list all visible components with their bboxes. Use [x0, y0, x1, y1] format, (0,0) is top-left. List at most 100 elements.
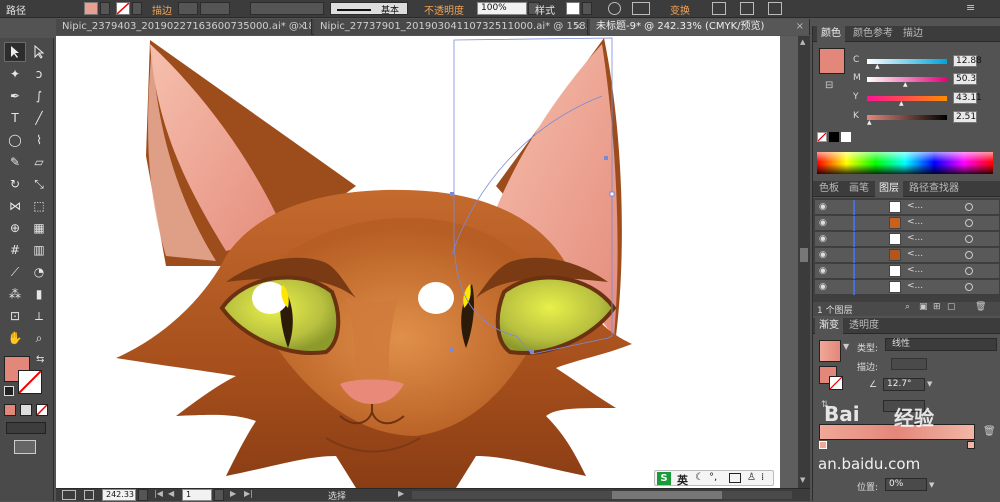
slice-tool-icon[interactable]: ⟂ — [28, 306, 50, 326]
default-colors-icon[interactable] — [4, 386, 14, 396]
magic-wand-tool-icon[interactable]: ✦ — [4, 64, 26, 84]
stroke-swatch[interactable] — [116, 2, 130, 15]
mesh-tool-icon[interactable]: # — [4, 240, 26, 260]
status-arrow-icon[interactable]: ▶ — [398, 489, 404, 498]
transform-icon-1[interactable] — [712, 2, 726, 15]
zoom-tool-icon[interactable]: ⌕ — [28, 328, 50, 348]
close-icon[interactable]: × — [796, 19, 804, 35]
location-field[interactable]: 0% — [885, 478, 927, 491]
tab-color-guide[interactable]: 颜色参考 — [849, 26, 897, 42]
artboard-tool-icon[interactable]: ⊡ — [4, 306, 26, 326]
gradient-type-select[interactable]: 线性 — [885, 338, 997, 351]
gradient-stroke-box[interactable] — [829, 376, 843, 390]
eye-icon[interactable]: ◉ — [819, 266, 827, 276]
eye-icon[interactable]: ◉ — [819, 250, 827, 260]
close-icon[interactable]: × — [574, 19, 582, 35]
screen-mode-icon[interactable] — [14, 440, 36, 454]
tab-swatches[interactable]: 色板 — [815, 181, 843, 197]
location-dropdown-icon[interactable]: ▼ — [929, 481, 934, 489]
new-layer-icon[interactable]: ▢ — [947, 302, 956, 312]
angle-dropdown-icon[interactable]: ▼ — [927, 380, 932, 388]
scroll-thumb[interactable] — [800, 248, 808, 262]
tab-layers[interactable]: 图层 — [875, 181, 903, 197]
slider-thumb-icon[interactable]: ▲ — [875, 63, 880, 70]
first-artboard-icon[interactable]: |◀ — [154, 489, 163, 498]
artboard-number-field[interactable]: 1 — [182, 489, 212, 501]
scroll-down-icon[interactable]: ▼ — [800, 476, 805, 484]
close-icon[interactable]: × — [298, 19, 306, 35]
color-mode-icon[interactable] — [4, 404, 16, 416]
type-tool-icon[interactable]: T — [4, 108, 26, 128]
horizontal-scrollbar[interactable] — [412, 491, 792, 499]
variable-width-dropdown[interactable] — [250, 2, 324, 15]
isolate-icon[interactable] — [768, 2, 782, 15]
ime-toolbar[interactable]: S 英 ☾ °, ♙ ⁞ — [654, 470, 774, 488]
target-icon[interactable] — [965, 283, 973, 291]
brush-tool-icon[interactable]: ⌇ — [28, 130, 50, 150]
stroke-gradient-buttons[interactable] — [891, 358, 927, 370]
scale-tool-icon[interactable]: ⤡ — [28, 174, 50, 194]
delete-layer-icon[interactable]: 🗑 — [975, 302, 986, 312]
gradient-tool-icon[interactable]: ▥ — [28, 240, 50, 260]
target-icon[interactable] — [965, 219, 973, 227]
tab-doc-1[interactable]: Nipic_2379403_20190227163600735000.ai* @… — [56, 19, 312, 35]
person-icon[interactable]: ♙ — [747, 472, 756, 483]
punct-icon[interactable]: °, — [709, 472, 717, 483]
tab-pathfinder[interactable]: 路径查找器 — [905, 181, 963, 197]
free-transform-tool-icon[interactable]: ⬚ — [28, 196, 50, 216]
swap-fill-stroke-icon[interactable]: ⇆ — [36, 354, 44, 365]
settings-icon[interactable]: ⁞ — [761, 472, 764, 483]
fill-dropdown[interactable] — [100, 2, 110, 15]
delete-stop-icon[interactable]: 🗑 — [983, 426, 996, 437]
white-swatch[interactable] — [841, 132, 851, 142]
vertical-scrollbar[interactable]: ▲ ▼ — [798, 36, 810, 488]
panel-menu-icon[interactable]: ≡ — [966, 2, 980, 15]
color-fill-swatch[interactable] — [819, 48, 845, 74]
k-slider[interactable] — [867, 115, 947, 120]
layer-row[interactable]: ◉ <... — [815, 280, 999, 295]
stroke-label[interactable]: 描边 — [152, 2, 172, 17]
opacity-field[interactable]: 100% — [477, 2, 527, 15]
pen-tool-icon[interactable]: ✒ — [4, 86, 26, 106]
blend-tool-icon[interactable]: ◔ — [28, 262, 50, 282]
y-slider[interactable] — [867, 96, 947, 101]
perspective-tool-icon[interactable]: ▦ — [28, 218, 50, 238]
color-spectrum[interactable] — [817, 152, 993, 174]
hand-tool-icon[interactable]: ✋ — [4, 328, 26, 348]
brush-style-dropdown[interactable]: 基本 — [330, 2, 408, 16]
eraser-tool-icon[interactable]: ▱ — [28, 152, 50, 172]
stroke-weight-field[interactable] — [200, 2, 230, 15]
layer-row[interactable]: ◉ <... — [815, 264, 999, 279]
k-value[interactable]: 2.51 — [953, 111, 977, 123]
gradient-dropdown-icon[interactable]: ▼ — [843, 342, 849, 351]
new-sublayer-icon[interactable]: ⊞ — [933, 302, 941, 312]
eye-icon[interactable]: ◉ — [819, 282, 827, 292]
tab-brushes[interactable]: 画笔 — [845, 181, 873, 197]
tab-doc-2[interactable]: Nipic_27737901_20190304110732511000.ai* … — [314, 19, 588, 35]
zoom-dropdown[interactable] — [138, 489, 148, 501]
stroke-dropdown[interactable] — [132, 2, 142, 15]
scroll-up-icon[interactable]: ▲ — [800, 38, 805, 46]
tab-stroke[interactable]: 描边 — [899, 26, 927, 42]
target-icon[interactable] — [965, 267, 973, 275]
eye-icon[interactable]: ◉ — [819, 218, 827, 228]
ime-language[interactable]: 英 — [677, 472, 688, 488]
slider-thumb-icon[interactable]: ▲ — [867, 119, 872, 126]
target-icon[interactable] — [965, 235, 973, 243]
ellipse-tool-icon[interactable]: ◯ — [4, 130, 26, 150]
slider-thumb-icon[interactable]: ▲ — [903, 81, 908, 88]
graphic-style-dropdown[interactable] — [582, 2, 592, 15]
align-icon[interactable] — [632, 2, 650, 15]
pencil-tool-icon[interactable]: ✎ — [4, 152, 26, 172]
graphic-style-swatch[interactable] — [566, 2, 580, 15]
layer-row[interactable]: ◉ <... — [815, 216, 999, 231]
gradient-angle-field[interactable]: 12.7° — [883, 378, 925, 391]
line-tool-icon[interactable]: ╱ — [28, 108, 50, 128]
tab-transparency[interactable]: 透明度 — [845, 318, 883, 334]
transform-label[interactable]: 变换 — [670, 2, 690, 17]
gradient-slider[interactable] — [819, 424, 975, 440]
eyedropper-tool-icon[interactable]: ⟋ — [4, 262, 26, 282]
rotate-tool-icon[interactable]: ↻ — [4, 174, 26, 194]
transform-icon-2[interactable] — [740, 2, 754, 15]
target-icon[interactable] — [965, 251, 973, 259]
